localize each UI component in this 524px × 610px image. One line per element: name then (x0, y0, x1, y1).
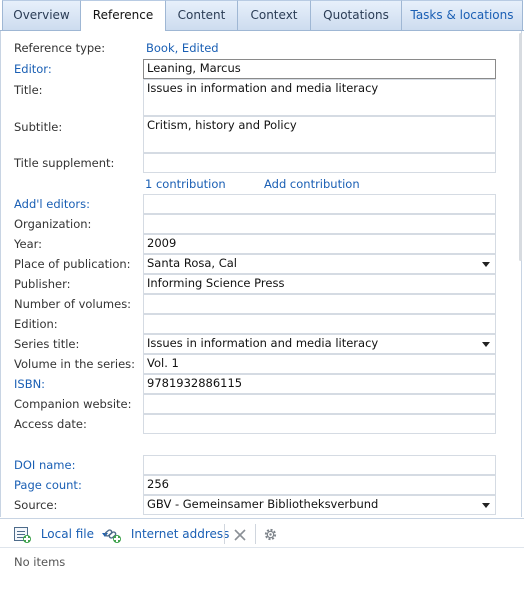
num-volumes-field[interactable] (143, 294, 496, 314)
tab-quotations[interactable]: Quotations (310, 0, 402, 31)
chevron-down-icon[interactable] (482, 342, 490, 347)
isbn-value: 9781932886115 (147, 376, 243, 390)
tab-tasks-locations[interactable]: Tasks & locations (401, 0, 523, 31)
title-supplement-field[interactable] (143, 153, 496, 173)
gear-icon (264, 528, 277, 541)
access-date-label: Access date: (14, 417, 87, 431)
attachments-toolbar: Local file Internet address (0, 518, 524, 548)
title-supplement-label: Title supplement: (14, 156, 115, 170)
page-count-label[interactable]: Page count: (14, 478, 82, 492)
close-icon (234, 528, 246, 541)
subtitle-label: Subtitle: (14, 120, 63, 134)
reference-type-value[interactable]: Book, Edited (146, 41, 219, 55)
file-add-icon (14, 526, 32, 543)
editor-value: Leaning, Marcus (147, 61, 241, 75)
place-label: Place of publication: (14, 257, 131, 271)
toolbar-divider (224, 524, 225, 544)
volume-series-label: Volume in the series: (14, 357, 136, 371)
isbn-field[interactable]: 9781932886115 (143, 374, 496, 394)
volume-series-field[interactable]: Vol. 1 (143, 354, 496, 374)
place-dropdown[interactable]: Santa Rosa, Cal (143, 254, 496, 274)
add-contribution-link[interactable]: Add contribution (264, 177, 360, 191)
reference-type-label: Reference type: (14, 41, 106, 55)
page-count-field[interactable]: 256 (143, 475, 496, 495)
title-field[interactable]: Issues in information and media literacy (143, 79, 496, 116)
series-title-dropdown[interactable]: Issues in information and media literacy (143, 334, 496, 354)
year-value: 2009 (147, 236, 177, 250)
series-title-value: Issues in information and media literacy (147, 336, 379, 350)
edition-field[interactable] (143, 314, 496, 334)
subtitle-value: Critism, history and Policy (147, 118, 297, 132)
source-value: GBV - Gemeinsamer Bibliotheksverbund (147, 497, 379, 511)
settings-button[interactable] (263, 526, 278, 544)
publisher-label: Publisher: (14, 277, 71, 291)
scrollbar[interactable] (519, 33, 522, 261)
organization-label: Organization: (14, 217, 92, 231)
tab-context[interactable]: Context (237, 0, 311, 31)
chevron-down-icon[interactable] (482, 503, 490, 508)
isbn-label[interactable]: ISBN: (14, 377, 45, 391)
internet-address-label: Internet address (130, 527, 230, 541)
link-add-icon (104, 527, 122, 543)
addl-editors-label[interactable]: Add'l editors: (14, 197, 90, 211)
editor-label[interactable]: Editor: (14, 62, 52, 76)
attachments-list: No items (0, 548, 524, 610)
num-volumes-label: Number of volumes: (14, 297, 132, 311)
title-value: Issues in information and media literacy (147, 81, 379, 95)
year-label: Year: (14, 237, 43, 251)
internet-address-button[interactable]: Internet address (104, 526, 229, 544)
edition-label: Edition: (14, 317, 58, 331)
tab-overview[interactable]: Overview (2, 0, 81, 31)
access-date-field[interactable] (143, 414, 496, 434)
companion-field[interactable] (143, 394, 496, 414)
companion-label: Companion website: (14, 397, 132, 411)
tab-content[interactable]: Content (165, 0, 238, 31)
delete-button[interactable] (233, 526, 247, 544)
doi-field[interactable] (143, 455, 496, 475)
editor-field[interactable]: Leaning, Marcus (143, 59, 496, 79)
chevron-down-icon[interactable] (482, 262, 490, 267)
tab-bar: Overview Reference Content Context Quota… (0, 0, 524, 32)
publisher-field[interactable]: Informing Science Press (143, 274, 496, 294)
empty-list-text: No items (14, 555, 66, 569)
year-field[interactable]: 2009 (143, 234, 496, 254)
source-dropdown[interactable]: GBV - Gemeinsamer Bibliotheksverbund (143, 495, 496, 515)
local-file-button[interactable]: Local file (14, 526, 108, 544)
contribution-count-link[interactable]: 1 contribution (145, 177, 226, 191)
series-title-label: Series title: (14, 337, 80, 351)
tab-reference[interactable]: Reference (80, 0, 166, 32)
organization-field[interactable] (143, 214, 496, 234)
doi-label[interactable]: DOI name: (14, 458, 75, 472)
publisher-value: Informing Science Press (147, 276, 285, 290)
subtitle-field[interactable]: Critism, history and Policy (143, 116, 496, 153)
volume-series-value: Vol. 1 (147, 356, 179, 370)
title-label: Title: (14, 83, 43, 97)
place-value: Santa Rosa, Cal (147, 256, 237, 270)
source-label: Source: (14, 498, 58, 512)
local-file-label: Local file (40, 527, 95, 541)
toolbar-divider (255, 524, 256, 544)
page-count-value: 256 (147, 477, 169, 491)
addl-editors-field[interactable] (143, 194, 496, 214)
